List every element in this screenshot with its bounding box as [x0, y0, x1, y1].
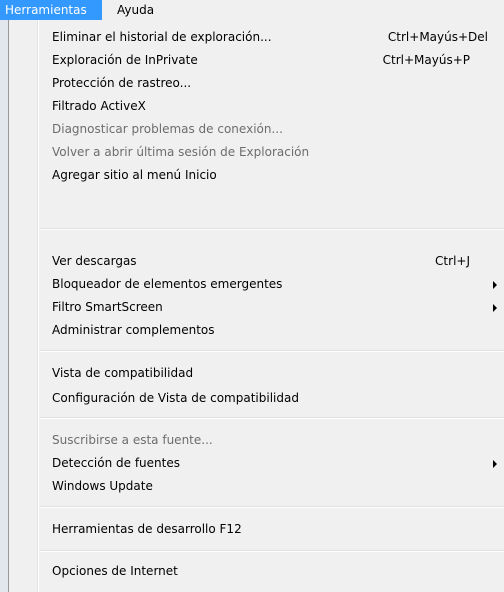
menu-item-f12-developer-tools[interactable]: Herramientas de desarrollo F12 — [9, 518, 504, 540]
menu-item-label: Configuración de Vista de compatibilidad — [52, 391, 299, 405]
menu-item-inprivate[interactable]: Exploración de InPrivate Ctrl+Mayús+P — [9, 49, 504, 71]
herramientas-dropdown-menu: Eliminar el historial de exploración... … — [8, 20, 504, 592]
menu-item-label: Ver descargas — [52, 254, 137, 268]
menu-item-label: Eliminar el historial de exploración... — [52, 30, 272, 44]
menu-item-label: Windows Update — [52, 479, 153, 493]
menu-item-activex-filtering[interactable]: Filtrado ActiveX — [9, 95, 504, 117]
menu-item-compatibility-view-settings[interactable]: Configuración de Vista de compatibilidad — [9, 387, 504, 409]
menu-item-shortcut: Ctrl+J — [435, 254, 470, 268]
submenu-arrow-icon — [493, 304, 497, 312]
menu-item-tracking-protection[interactable]: Protección de rastreo... — [9, 72, 504, 94]
menu-item-label: Vista de compatibilidad — [52, 366, 194, 380]
menu-item-diagnose-connection[interactable]: Diagnosticar problemas de conexión... — [9, 118, 504, 140]
menu-item-manage-addons[interactable]: Administrar complementos — [9, 319, 504, 341]
menu-separator-2 — [40, 350, 504, 352]
menu-bar: Herramientas Ayuda — [0, 0, 504, 20]
window-frame-edge — [0, 20, 8, 592]
menu-item-label: Filtrado ActiveX — [52, 99, 146, 113]
menu-item-internet-options[interactable]: Opciones de Internet — [9, 560, 504, 582]
menu-item-delete-history[interactable]: Eliminar el historial de exploración... … — [9, 26, 504, 48]
menu-item-label: Filtro SmartScreen — [52, 300, 163, 314]
menu-item-windows-update[interactable]: Windows Update — [9, 475, 504, 497]
menu-item-label: Bloqueador de elementos emergentes — [52, 277, 283, 291]
menu-item-label: Agregar sitio al menú Inicio — [52, 168, 217, 182]
menu-item-label: Diagnosticar problemas de conexión... — [52, 122, 283, 136]
menu-item-label: Administrar complementos — [52, 323, 215, 337]
menu-separator-3 — [40, 417, 504, 419]
menu-item-label: Protección de rastreo... — [52, 76, 192, 90]
menu-item-add-site-start-menu[interactable]: Agregar sitio al menú Inicio — [9, 164, 504, 186]
menu-separator-4 — [40, 506, 504, 508]
menu-item-label: Volver a abrir última sesión de Explorac… — [52, 145, 310, 159]
submenu-arrow-icon — [493, 460, 497, 468]
submenu-arrow-icon — [493, 281, 497, 289]
menu-item-smartscreen-filter[interactable]: Filtro SmartScreen — [9, 296, 504, 318]
menu-item-label: Detección de fuentes — [52, 456, 180, 470]
menu-item-subscribe-feed[interactable]: Suscribirse a esta fuente... — [9, 429, 504, 451]
menu-item-label: Herramientas de desarrollo F12 — [52, 522, 242, 536]
menu-item-label: Exploración de InPrivate — [52, 53, 198, 67]
menu-item-popup-blocker[interactable]: Bloqueador de elementos emergentes — [9, 273, 504, 295]
menu-ayuda[interactable]: Ayuda — [112, 0, 159, 20]
menu-separator-5 — [40, 550, 504, 552]
menu-item-feed-discovery[interactable]: Detección de fuentes — [9, 452, 504, 474]
menu-item-reopen-last-session[interactable]: Volver a abrir última sesión de Explorac… — [9, 141, 504, 163]
menu-herramientas[interactable]: Herramientas — [0, 0, 102, 20]
menu-item-shortcut: Ctrl+Mayús+P — [382, 53, 470, 67]
menu-item-label: Suscribirse a esta fuente... — [52, 433, 213, 447]
menu-separator-1 — [40, 228, 504, 230]
menu-item-shortcut: Ctrl+Mayús+Del — [387, 30, 488, 44]
menu-item-view-downloads[interactable]: Ver descargas Ctrl+J — [9, 250, 504, 272]
menu-item-label: Opciones de Internet — [52, 564, 178, 578]
menu-item-compatibility-view[interactable]: Vista de compatibilidad — [9, 362, 504, 384]
